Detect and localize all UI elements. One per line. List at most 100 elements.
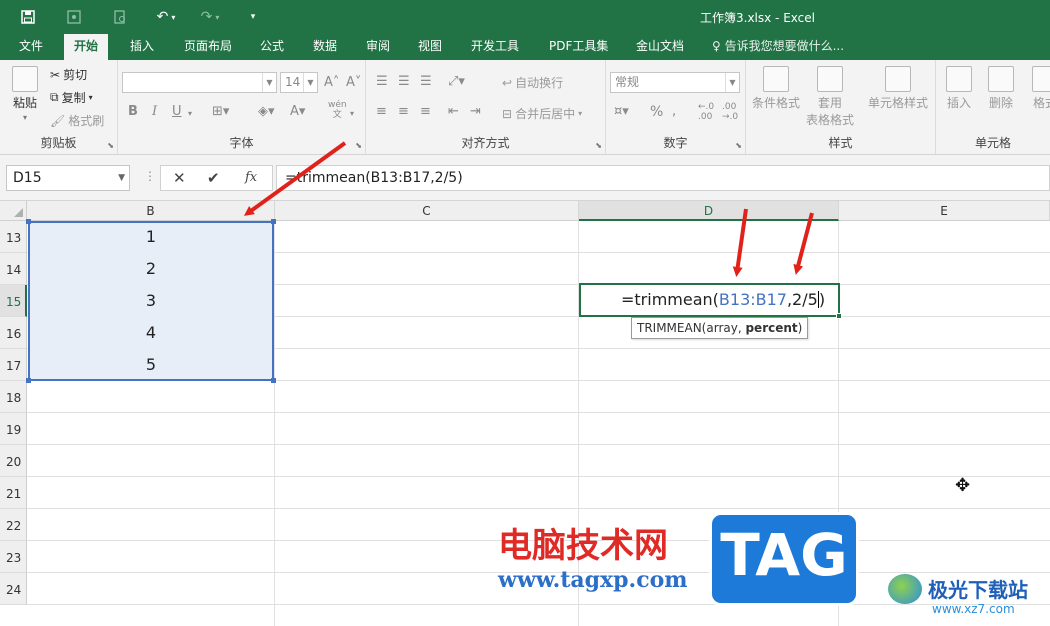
cut-button[interactable]: ✂ 剪切 <box>50 66 87 83</box>
wrap-icon: ↩ <box>502 75 513 90</box>
format-as-table-button[interactable]: 套用 表格格式 <box>806 66 854 128</box>
tooltip-end: ) <box>797 321 803 335</box>
align-center-icon[interactable]: ≡ <box>398 104 409 120</box>
tab-view[interactable]: 视图 <box>416 34 444 60</box>
fill-color-icon[interactable]: ◈▾ <box>258 104 275 120</box>
number-format-combo[interactable]: 常规 ▼ <box>610 72 740 93</box>
conditional-formatting-button[interactable]: 条件格式 <box>752 66 800 111</box>
font-size-combo[interactable]: 14 ▼ <box>280 72 318 93</box>
font-group: ▼ 14 ▼ A˄ A˅ B I U ▾ ⊞▾ ◈▾ A▾ wén 文 ▾ 字体 ⬊ <box>118 60 366 154</box>
fill-handle[interactable] <box>836 313 842 319</box>
column-header-b[interactable]: B <box>27 201 275 221</box>
increase-indent-icon[interactable]: ⇥ <box>470 104 481 120</box>
align-middle-icon[interactable]: ☰ <box>398 74 410 90</box>
row-divider <box>27 412 1050 413</box>
cell-b17[interactable]: 5 <box>28 349 274 381</box>
row-header-22[interactable]: 22 <box>0 509 27 541</box>
print-preview-icon[interactable] <box>110 7 130 27</box>
row-header-19[interactable]: 19 <box>0 413 27 445</box>
row-header-18[interactable]: 18 <box>0 381 27 413</box>
row-header-17[interactable]: 17 <box>0 349 27 381</box>
cell-edit-text[interactable]: =trimmean(B13:B17,2/5) <box>621 290 825 309</box>
align-top-icon[interactable]: ☰ <box>376 74 388 90</box>
comma-style-icon[interactable]: , <box>672 104 676 120</box>
select-all-corner[interactable] <box>0 201 27 221</box>
underline-dropdown-icon[interactable]: ▾ <box>188 106 192 122</box>
cell-styles-button[interactable]: 单元格样式 <box>868 66 928 111</box>
underline-button[interactable]: U <box>172 104 182 120</box>
insert-cells-button[interactable]: 插入 <box>946 66 972 111</box>
border-icon[interactable]: ⊞▾ <box>212 104 229 120</box>
increase-decimal-icon[interactable]: ←.0.00 <box>698 102 714 122</box>
tab-home[interactable]: 开始 <box>64 34 109 60</box>
tab-page-layout[interactable]: 页面布局 <box>182 34 234 60</box>
font-name-combo[interactable]: ▼ <box>122 72 277 93</box>
tab-developer[interactable]: 开发工具 <box>469 34 521 60</box>
cell-b16[interactable]: 4 <box>28 317 274 349</box>
copy-button[interactable]: ⧉ 复制 ▾ <box>50 89 93 106</box>
insert-function-icon[interactable]: fx <box>245 170 257 185</box>
grow-font-icon[interactable]: A˄ <box>324 75 339 91</box>
tab-file[interactable]: 文件 <box>17 34 45 60</box>
cell-b13[interactable]: 1 <box>28 221 274 253</box>
tell-me-box[interactable]: ♀︎ 告诉我您想要做什么... <box>712 34 844 60</box>
column-header-c[interactable]: C <box>275 201 579 221</box>
column-header-e[interactable]: E <box>839 201 1050 221</box>
currency-icon[interactable]: ¤▾ <box>614 104 629 120</box>
tab-pdf-tools[interactable]: PDF工具集 <box>547 34 610 60</box>
wrap-text-button[interactable]: ↩ 自动换行 <box>502 74 563 91</box>
enter-icon[interactable]: ✔ <box>207 169 220 187</box>
tab-data[interactable]: 数据 <box>311 34 339 60</box>
tab-insert[interactable]: 插入 <box>128 34 156 60</box>
italic-button[interactable]: I <box>152 104 157 120</box>
paste-button[interactable]: 粘贴 ▾ <box>12 66 38 122</box>
cell-b15[interactable]: 3 <box>28 285 274 317</box>
row-header-15[interactable]: 15 <box>0 285 27 317</box>
scissors-icon: ✂ <box>50 67 61 82</box>
row-header-23[interactable]: 23 <box>0 541 27 573</box>
merge-center-button[interactable]: ⊟ 合并后居中 ▾ <box>502 105 582 122</box>
format-cells-button[interactable]: 格式 <box>1032 66 1050 111</box>
decrease-decimal-icon[interactable]: .00 →.0 <box>722 102 738 122</box>
row-header-16[interactable]: 16 <box>0 317 27 349</box>
undo-icon[interactable]: ↶ ▾ <box>152 7 180 27</box>
align-right-icon[interactable]: ≡ <box>420 104 431 120</box>
decrease-indent-icon[interactable]: ⇤ <box>448 104 459 120</box>
tab-formulas[interactable]: 公式 <box>258 34 286 60</box>
cancel-icon[interactable]: ✕ <box>173 169 186 187</box>
percent-button[interactable]: % <box>650 104 663 120</box>
save-icon[interactable] <box>18 7 38 27</box>
phonetic-dropdown-icon[interactable]: ▾ <box>350 106 354 122</box>
formula-input[interactable]: =trimmean(B13:B17,2/5) <box>276 165 1050 191</box>
dialog-launcher-icon[interactable]: ⬊ <box>595 141 602 150</box>
align-left-icon[interactable]: ≡ <box>376 104 387 120</box>
tab-review[interactable]: 审阅 <box>364 34 392 60</box>
row-header-14[interactable]: 14 <box>0 253 27 285</box>
bold-button[interactable]: B <box>128 104 138 120</box>
excel-window: ↶ ▾ ↷ ▾ ▾ 工作簿3.xlsx - Excel 文件 开始 插入 页面布局 … <box>0 0 1050 626</box>
resize-handle-icon[interactable]: ⋮ <box>144 169 156 183</box>
dialog-launcher-icon[interactable]: ⬊ <box>735 141 742 150</box>
format-painter-button[interactable]: 🖌︎ 格式刷 <box>50 112 104 129</box>
name-box[interactable]: D15 ▼ <box>6 165 130 191</box>
column-header-d[interactable]: D <box>579 201 839 221</box>
row-header-13[interactable]: 13 <box>0 221 27 253</box>
function-tooltip[interactable]: TRIMMEAN(array, percent) <box>631 317 809 339</box>
phonetic-icon[interactable]: wén 文 <box>328 100 347 120</box>
tab-kingsoft-docs[interactable]: 金山文档 <box>634 34 686 60</box>
row-header-20[interactable]: 20 <box>0 445 27 477</box>
customize-qat-icon[interactable]: ▾ <box>246 7 260 27</box>
row-header-21[interactable]: 21 <box>0 477 27 509</box>
row-header-24[interactable]: 24 <box>0 573 27 605</box>
align-bottom-icon[interactable]: ☰ <box>420 74 432 90</box>
dialog-launcher-icon[interactable]: ⬊ <box>355 141 362 150</box>
dialog-launcher-icon[interactable]: ⬊ <box>107 141 114 150</box>
orientation-icon[interactable]: ⤢▾ <box>448 74 465 90</box>
cell-b14[interactable]: 2 <box>28 253 274 285</box>
format-cells-icon <box>1032 66 1050 92</box>
shrink-font-icon[interactable]: A˅ <box>346 75 361 91</box>
delete-cells-button[interactable]: 删除 <box>988 66 1014 111</box>
touch-mode-icon[interactable] <box>64 7 84 27</box>
redo-icon[interactable]: ↷ ▾ <box>196 7 224 27</box>
font-color-icon[interactable]: A▾ <box>290 104 305 120</box>
